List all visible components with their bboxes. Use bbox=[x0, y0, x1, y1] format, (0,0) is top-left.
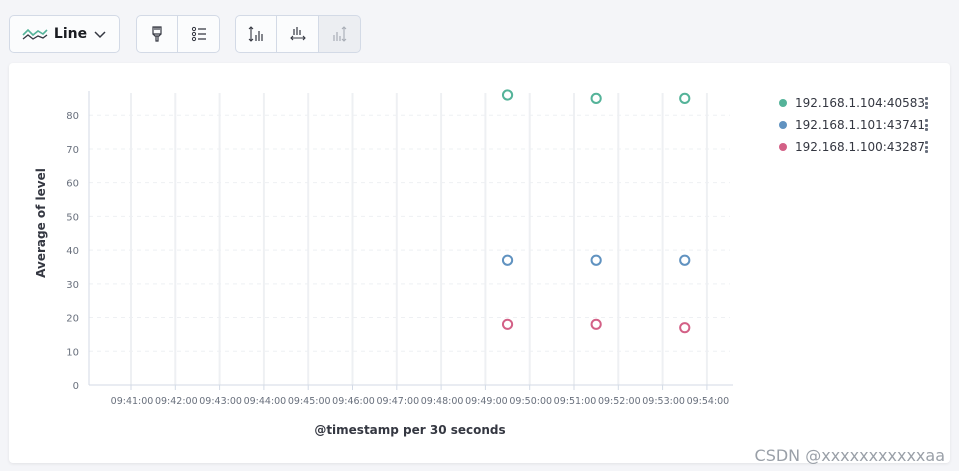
legend-label: 192.168.1.100:43287 bbox=[795, 140, 926, 154]
y-tick-label: 70 bbox=[66, 145, 79, 156]
x-tick-label: 09:54:00 bbox=[687, 396, 730, 407]
legend-color-dot bbox=[779, 143, 787, 151]
x-tick-label: 09:51:00 bbox=[554, 396, 597, 407]
x-tick-label: 09:46:00 bbox=[332, 396, 375, 407]
x-tick-label: 09:44:00 bbox=[244, 396, 287, 407]
split-axis-icon bbox=[332, 26, 346, 42]
y-tick-label: 50 bbox=[66, 212, 79, 223]
x-tick-label: 09:52:00 bbox=[598, 396, 641, 407]
y-axis-icon bbox=[248, 26, 263, 42]
data-point[interactable] bbox=[679, 254, 691, 266]
x-tick-label: 09:42:00 bbox=[155, 396, 198, 407]
y-tick-label: 10 bbox=[66, 347, 79, 358]
x-axis-label: @timestamp per 30 seconds bbox=[314, 423, 505, 437]
legend-options-icon[interactable] bbox=[925, 97, 929, 109]
y-tick-label: 40 bbox=[66, 246, 79, 257]
data-point[interactable] bbox=[679, 92, 691, 104]
list-settings-button[interactable] bbox=[178, 15, 220, 53]
watermark: CSDN @xxxxxxxxxxxaa bbox=[754, 446, 945, 465]
chart-type-button[interactable]: Line bbox=[9, 15, 120, 53]
legend-options-icon[interactable] bbox=[925, 119, 929, 131]
legend-item[interactable]: 192.168.1.101:43741 bbox=[779, 117, 928, 133]
split-axis-button[interactable] bbox=[319, 15, 361, 53]
data-point[interactable] bbox=[679, 322, 691, 334]
chart-type-label: Line bbox=[53, 26, 88, 42]
x-tick-label: 09:53:00 bbox=[642, 396, 685, 407]
legend-item[interactable]: 192.168.1.104:40583 bbox=[779, 95, 928, 111]
x-axis-button[interactable] bbox=[277, 15, 319, 53]
data-point[interactable] bbox=[501, 254, 514, 266]
legend-color-dot bbox=[779, 121, 787, 129]
y-tick-label: 20 bbox=[66, 314, 79, 325]
y-tick-label: 0 bbox=[73, 381, 79, 392]
y-axis-button[interactable] bbox=[235, 15, 277, 53]
legend-options-icon[interactable] bbox=[925, 141, 929, 153]
x-tick-label: 09:47:00 bbox=[376, 396, 419, 407]
chevron-down-icon bbox=[94, 31, 106, 39]
line-chart-icon bbox=[22, 28, 48, 40]
x-axis-icon bbox=[289, 27, 306, 41]
data-point[interactable] bbox=[590, 318, 602, 330]
x-tick-label: 09:49:00 bbox=[465, 396, 508, 407]
x-tick-label: 09:43:00 bbox=[199, 396, 242, 407]
data-point[interactable] bbox=[590, 254, 602, 266]
x-tick-label: 09:48:00 bbox=[421, 396, 464, 407]
y-tick-label: 30 bbox=[66, 280, 79, 291]
brush-icon bbox=[152, 26, 162, 42]
data-point[interactable] bbox=[590, 92, 602, 104]
x-tick-label: 09:45:00 bbox=[288, 396, 331, 407]
brush-button[interactable] bbox=[136, 15, 178, 53]
legend-color-dot bbox=[779, 99, 787, 107]
x-tick-label: 09:50:00 bbox=[509, 396, 552, 407]
axis-button-group bbox=[235, 15, 361, 53]
list-settings-icon bbox=[191, 26, 206, 42]
data-point[interactable] bbox=[501, 89, 514, 101]
y-tick-label: 80 bbox=[66, 111, 79, 122]
x-tick-label: 09:41:00 bbox=[111, 396, 154, 407]
data-point[interactable] bbox=[501, 318, 514, 330]
style-button-group bbox=[136, 15, 220, 53]
y-axis-label: Average of level bbox=[34, 168, 48, 278]
y-tick-label: 60 bbox=[66, 179, 79, 190]
chart-panel: 0 10 20 30 40 50 60 70 80 09:41:00 09:42:00 09:43:… bbox=[9, 63, 950, 463]
legend-label: 192.168.1.101:43741 bbox=[795, 118, 926, 132]
legend-item[interactable]: 192.168.1.100:43287 bbox=[779, 139, 928, 155]
legend-label: 192.168.1.104:40583 bbox=[795, 96, 926, 110]
